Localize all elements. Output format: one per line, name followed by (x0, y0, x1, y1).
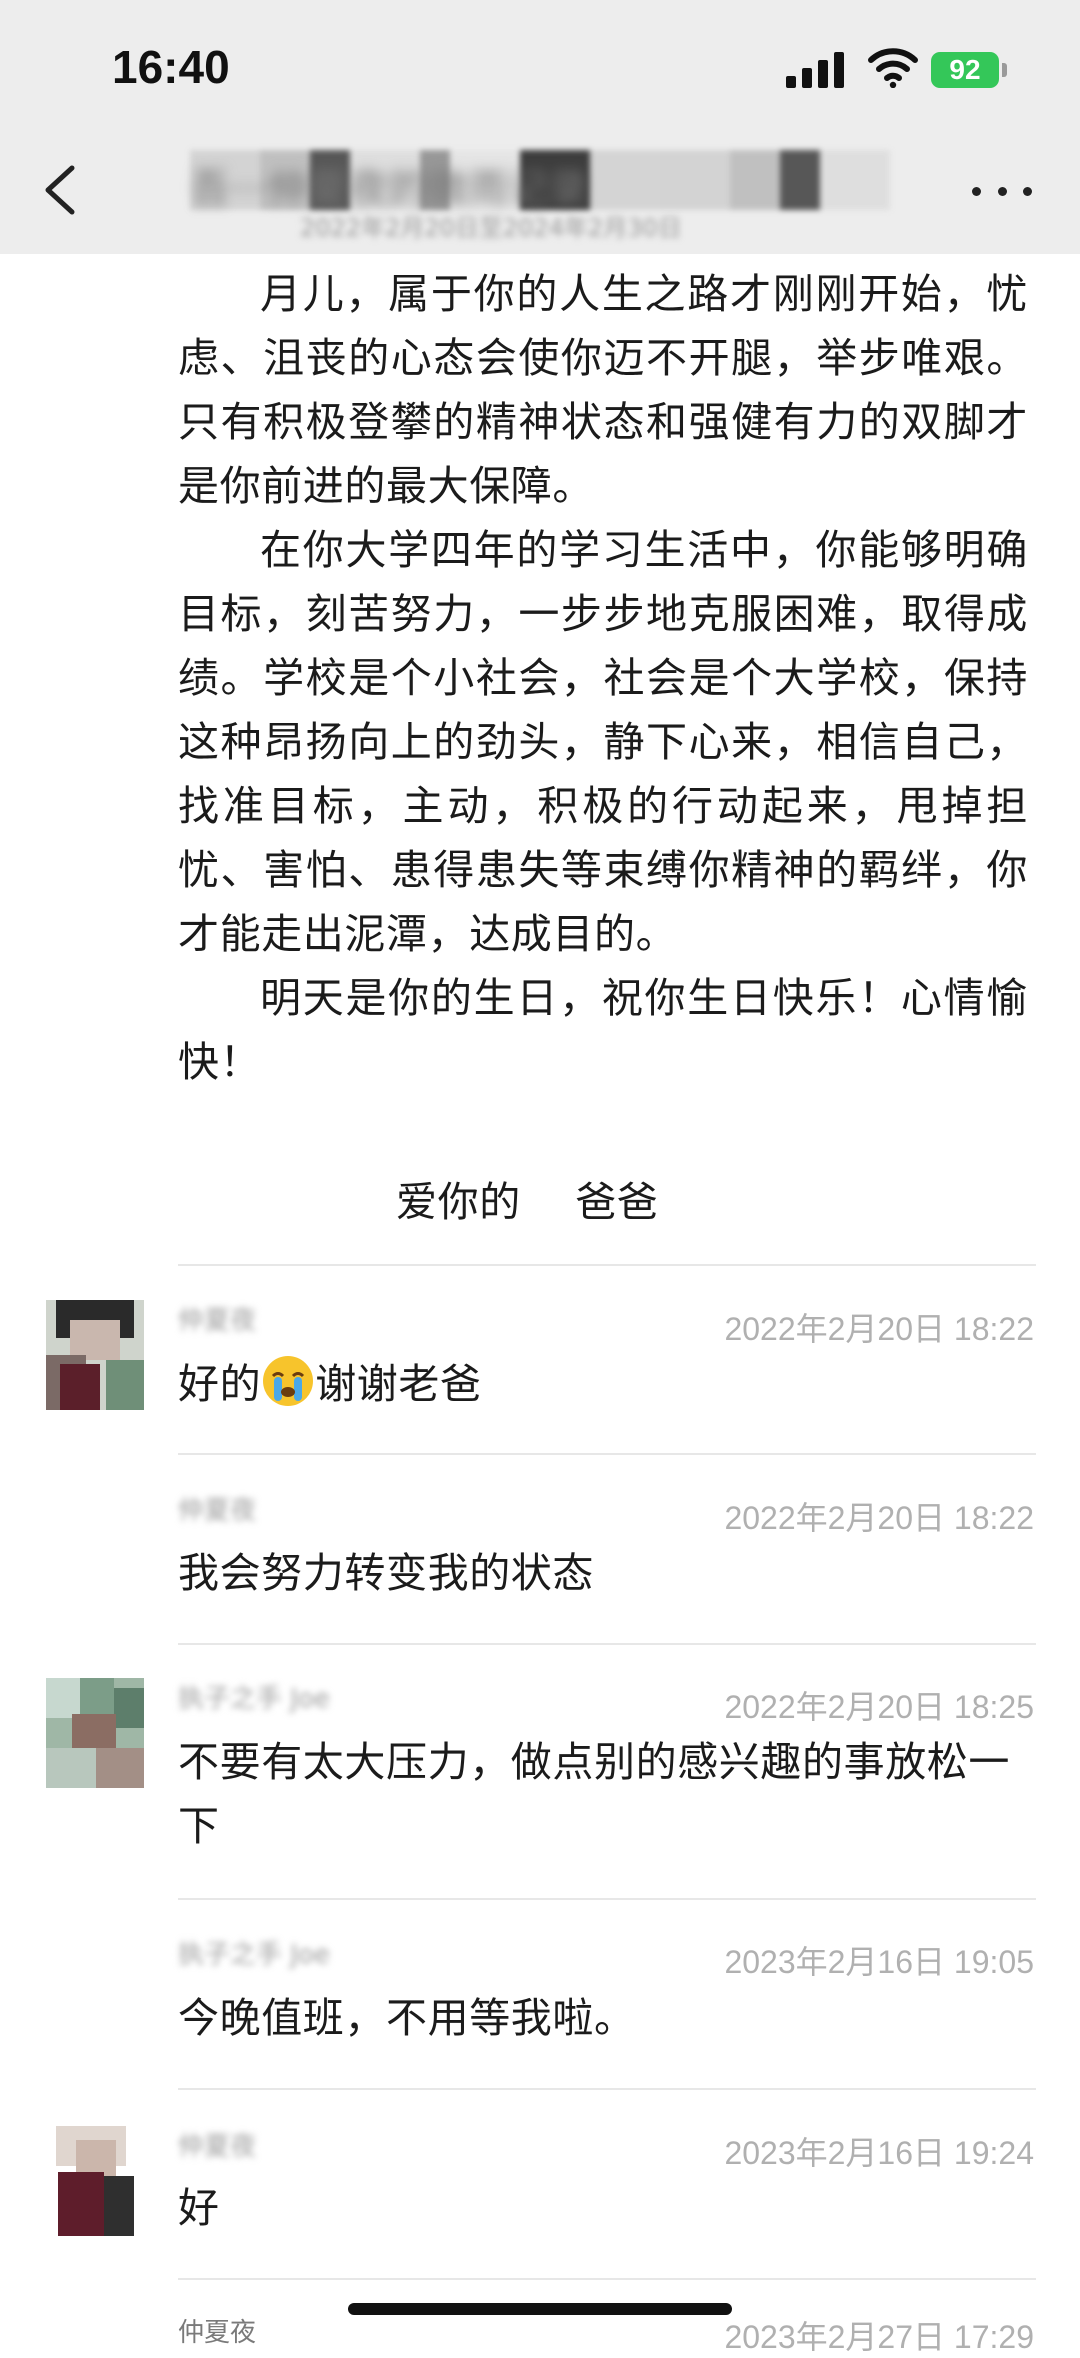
comment-text: 不要有太大压力，做点别的感兴趣的事放松一下 (178, 1738, 1010, 1850)
comment-divider (178, 2278, 1036, 2280)
status-time: 16:40 (112, 41, 230, 93)
more-button[interactable] (972, 180, 1032, 202)
comment-author[interactable]: 执子之手 Joe (178, 1934, 330, 1971)
battery-tip (1002, 63, 1007, 77)
comment-text-part: 好的 (178, 1360, 262, 1408)
comment-date: 2022年2月20日 18:25 (724, 1689, 1034, 1725)
back-button[interactable] (38, 162, 84, 218)
avatar[interactable] (46, 1678, 144, 1788)
cellular-signal-icon (786, 52, 844, 88)
comment-text: 今晚值班，不用等我啦。 (178, 1994, 636, 2042)
comment-author[interactable]: 仲夏夜 (178, 1300, 256, 1337)
comment-author[interactable]: 仲夏夜 (178, 2126, 256, 2163)
article-body: 月儿，属于你的人生之路才刚刚开始，忧虑、沮丧的心态会使你迈不开腿，举步唯艰。只有… (178, 262, 1028, 1094)
page-title: 吾···仲夏夜的微雨记录 2022年2月20日至2024年2月30日 (190, 140, 890, 242)
avatar[interactable] (46, 1300, 144, 1410)
comment-text: 好 (178, 2184, 220, 2232)
comment-author[interactable]: 执子之手 Joe (178, 1678, 330, 1715)
home-indicator[interactable] (348, 2303, 732, 2315)
article-signoff: 爱你的 爸爸 (396, 1178, 659, 1226)
subtitle-text: 2022年2月20日至2024年2月30日 (300, 214, 682, 242)
comment-author[interactable]: 仲夏夜 (178, 1490, 256, 1527)
comment-date: 2023年2月16日 19:05 (724, 1944, 1034, 1980)
avatar[interactable] (46, 2126, 144, 2236)
article-paragraph: 明天是你的生日，祝你生日快乐！心情愉快！ (178, 974, 1028, 1086)
comment-divider (178, 1264, 1036, 1266)
ellipsis-dot (1023, 186, 1032, 196)
comment-text: 我会努力转变我的状态 (178, 1549, 594, 1597)
battery-icon: 92 (931, 52, 999, 88)
comment-text-part: 谢谢老爸 (315, 1360, 482, 1408)
crying-face-icon (263, 1356, 314, 1406)
comment-date: 2023年2月27日 17:29 (724, 2319, 1034, 2355)
comment-divider (178, 1643, 1036, 1645)
comment-text: 好的 谢谢老爸 (178, 1352, 1028, 1416)
comment-date: 2022年2月20日 18:22 (724, 1311, 1034, 1347)
title-text: 吾···仲夏夜的微雨记录 (190, 166, 589, 212)
article-paragraph: 在你大学四年的学习生活中，你能够明确目标，刻苦努力，一步步地克服困难，取得成绩。… (178, 526, 1028, 958)
comment-divider (178, 2088, 1036, 2090)
comment-date: 2022年2月20日 18:22 (724, 1500, 1034, 1536)
comment-date: 2023年2月16日 19:24 (724, 2135, 1034, 2171)
ellipsis-dot (997, 186, 1007, 196)
comment-divider (178, 1898, 1036, 1900)
ellipsis-icon (972, 186, 981, 196)
wifi-icon (868, 48, 918, 88)
comment-author[interactable]: 仲夏夜 (178, 2312, 256, 2349)
article-paragraph: 月儿，属于你的人生之路才刚刚开始，忧虑、沮丧的心态会使你迈不开腿，举步唯艰。只有… (178, 270, 1028, 510)
comment-divider (178, 1453, 1036, 1455)
top-bar: 16:40 92 吾···仲夏夜的微雨记录 2022年2月20日至2024年2月… (0, 0, 1080, 254)
